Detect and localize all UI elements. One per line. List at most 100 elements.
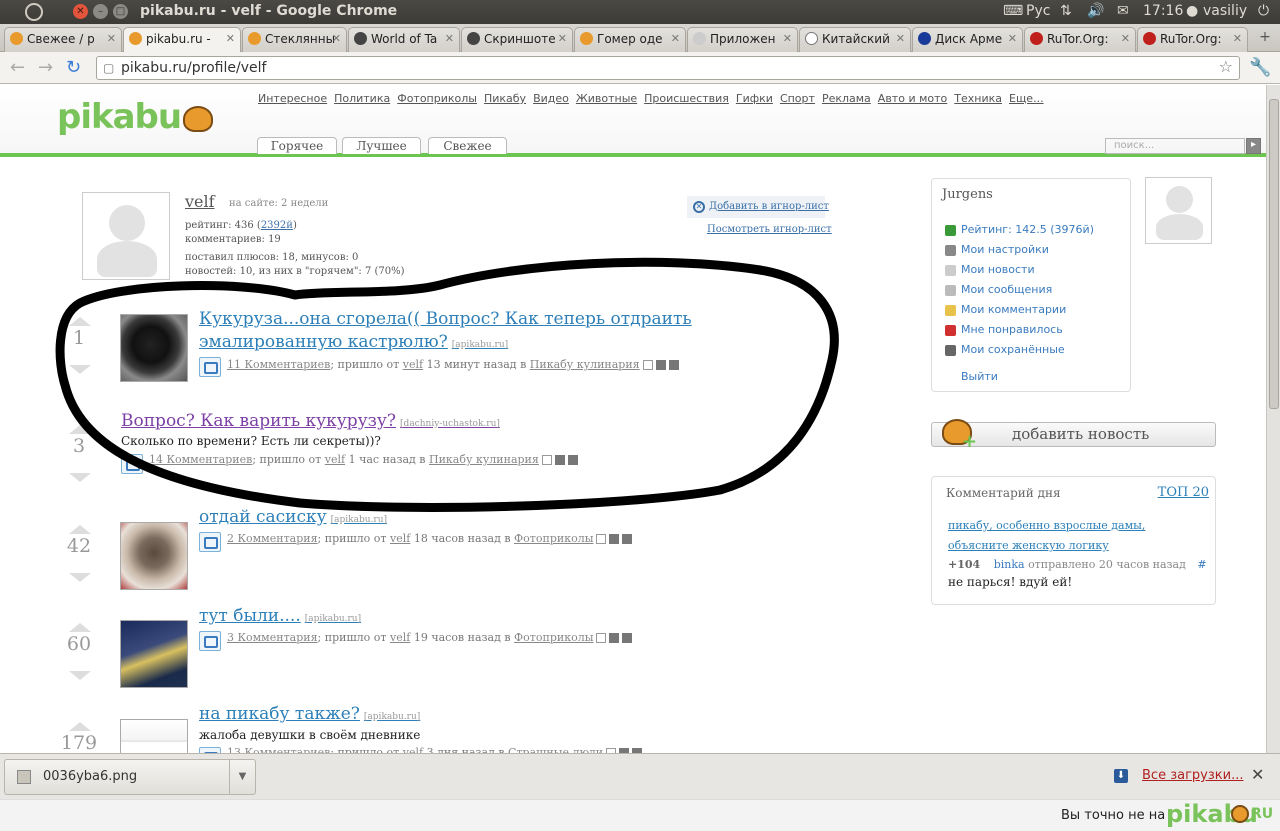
downvote-arrow-icon[interactable] xyxy=(69,671,91,680)
search-button[interactable]: ▸ xyxy=(1246,138,1261,154)
tab-6[interactable]: Гомер оде ✕ xyxy=(574,27,686,52)
comments-link[interactable]: 13 Комментариев xyxy=(227,746,330,753)
keyboard-icon[interactable]: ⌨ xyxy=(1003,3,1023,19)
download-item[interactable]: 0036yba6.png ▼ xyxy=(4,759,256,795)
scrollbar-thumb[interactable] xyxy=(1269,99,1279,409)
tab-7[interactable]: Приложен ✕ xyxy=(687,27,798,52)
tab-close-icon[interactable]: ✕ xyxy=(445,28,454,50)
tab-close-icon[interactable]: ✕ xyxy=(1121,28,1130,50)
user-menu-item[interactable]: Мои настройки xyxy=(945,243,1049,256)
window-maximize-button[interactable]: □ xyxy=(113,4,128,19)
reload-icon[interactable]: ↻ xyxy=(66,57,81,78)
plus-icon: + xyxy=(962,431,978,452)
tab-close-icon[interactable]: ✕ xyxy=(783,28,792,50)
tab-11[interactable]: RuTor.Org: ✕ xyxy=(1137,27,1248,52)
top20-link[interactable]: ТОП 20 xyxy=(1158,485,1209,500)
volume-icon[interactable]: 🔊 xyxy=(1087,3,1104,19)
user-menu-label: Рейтинг: 142.5 (3976й) xyxy=(961,223,1094,236)
comments-link[interactable]: 3 Комментария xyxy=(227,631,318,644)
tab-10[interactable]: RuTor.Org: ✕ xyxy=(1024,27,1136,52)
category-link[interactable]: Техника xyxy=(954,92,1002,105)
forward-arrow-icon[interactable]: → xyxy=(38,57,53,78)
tab-close-icon[interactable]: ✕ xyxy=(558,28,567,50)
window-close-button[interactable]: ✕ xyxy=(73,4,88,19)
tab-3[interactable]: Стеклянны ✕ xyxy=(242,27,347,52)
tab-label: Китайский xyxy=(822,32,890,46)
post-time: 3 дня назад в xyxy=(426,746,505,753)
tab-close-icon[interactable]: ✕ xyxy=(896,28,905,50)
user-menu-item[interactable]: Мне понравилось xyxy=(945,323,1063,336)
twitter-icon[interactable] xyxy=(622,633,633,643)
sidebar-username[interactable]: Jurgens xyxy=(942,187,993,202)
tab-close-icon[interactable]: ✕ xyxy=(1233,28,1242,50)
keyboard-layout[interactable]: Рус xyxy=(1026,3,1050,19)
download-menu-arrow-icon[interactable]: ▼ xyxy=(229,760,255,794)
vote-count: 179 xyxy=(60,732,98,753)
tab-1[interactable]: Свежее / р ✕ xyxy=(4,27,122,52)
page-scrollbar[interactable] xyxy=(1266,85,1280,753)
section-link[interactable]: Страшные люди xyxy=(508,746,603,753)
user-menu-label: Мои сохранённые xyxy=(961,343,1065,356)
wrench-icon[interactable]: 🔧 xyxy=(1249,57,1271,78)
post-title[interactable]: на пикабу также? [apikabu.ru] xyxy=(199,703,759,729)
user-menu-item[interactable]: Мои новости xyxy=(945,263,1035,276)
add-news-button[interactable]: + добавить новость xyxy=(931,419,1216,452)
window-minimize-button[interactable]: – xyxy=(93,4,108,19)
bookmark-star-icon[interactable]: ☆ xyxy=(1219,56,1233,78)
user-menu-item[interactable]: Мои сохранённые xyxy=(945,343,1065,356)
add-image-icon[interactable] xyxy=(199,631,221,651)
new-tab-button[interactable]: + xyxy=(1255,29,1275,47)
comment-author[interactable]: binka xyxy=(994,558,1025,571)
comment-of-day-box: Комментарий дня ТОП 20 пикабу, особенно … xyxy=(931,476,1216,605)
tab-label: pikabu.ru - xyxy=(146,32,211,46)
upvote-arrow-icon[interactable] xyxy=(69,722,91,731)
tab-close-icon[interactable]: ✕ xyxy=(332,28,341,50)
category-link[interactable]: Еще... xyxy=(1009,92,1044,105)
post-thumbnail[interactable] xyxy=(120,719,188,753)
upvote-arrow-icon[interactable] xyxy=(69,623,91,632)
user-menu-item[interactable]: Рейтинг: 142.5 (3976й) xyxy=(945,223,1094,236)
sidebar-avatar[interactable] xyxy=(1145,177,1212,244)
back-arrow-icon[interactable]: ← xyxy=(10,57,25,78)
logout-link[interactable]: Выйти xyxy=(961,370,998,383)
clock[interactable]: 17:16 xyxy=(1143,3,1183,19)
user-menu-item[interactable]: Мои комментарии xyxy=(945,303,1066,316)
pikabu-favicon xyxy=(129,32,142,45)
comment-post-link[interactable]: пикабу, особенно взрослые дамы, объяснит… xyxy=(948,516,1198,556)
mail-icon[interactable]: ✉ xyxy=(1117,3,1129,19)
pikabu-favicon xyxy=(580,32,593,45)
comment-hash-link[interactable]: # xyxy=(1197,558,1206,571)
network-icon[interactable]: ⇅ xyxy=(1060,3,1072,19)
ubuntu-logo-icon[interactable] xyxy=(25,3,43,21)
user-menu-label: Мои комментарии xyxy=(961,303,1067,316)
power-icon[interactable]: ⏻ xyxy=(1258,3,1269,19)
post-title[interactable]: тут были.... [apikabu.ru] xyxy=(199,605,759,631)
tab-9[interactable]: Диск Арме ✕ xyxy=(912,27,1023,52)
floppy-icon xyxy=(945,345,956,356)
section-link[interactable]: Фотоприколы xyxy=(514,631,593,644)
tab-close-icon[interactable]: ✕ xyxy=(671,28,680,50)
facebook-icon[interactable] xyxy=(609,633,620,643)
tab-8[interactable]: Китайский ✕ xyxy=(799,27,911,52)
user-name[interactable]: vasiliy xyxy=(1203,3,1247,19)
user-menu-item[interactable]: Мои сообщения xyxy=(945,283,1052,296)
post-thumbnail[interactable] xyxy=(120,620,188,688)
author-link[interactable]: velf xyxy=(403,746,423,753)
author-link[interactable]: velf xyxy=(390,631,410,644)
post-source: [apikabu.ru] xyxy=(304,614,362,624)
tab-close-icon[interactable]: ✕ xyxy=(107,28,116,50)
address-bar[interactable]: ▢ pikabu.ru/profile/velf ☆ xyxy=(96,56,1240,80)
downvote-arrow-icon[interactable] xyxy=(69,573,91,582)
wikipedia-favicon xyxy=(805,32,818,45)
save-icon[interactable] xyxy=(596,633,607,643)
search-input[interactable]: поиск... xyxy=(1105,138,1245,154)
tab-4[interactable]: World of Ta ✕ xyxy=(348,27,460,52)
tab-close-icon[interactable]: ✕ xyxy=(1008,28,1017,50)
tab-5[interactable]: Скриншоте ✕ xyxy=(461,27,573,52)
tab-strip: Свежее / р ✕ pikabu.ru - ✕ Стеклянны ✕ World o… xyxy=(0,24,1280,53)
close-downloads-icon[interactable]: ✕ xyxy=(1251,765,1264,784)
tab-2[interactable]: pikabu.ru - ✕ xyxy=(123,27,241,53)
all-downloads-link[interactable]: Все загрузки... xyxy=(1142,768,1243,783)
comment-score: +104 xyxy=(948,558,981,571)
tab-close-icon[interactable]: ✕ xyxy=(226,28,235,50)
